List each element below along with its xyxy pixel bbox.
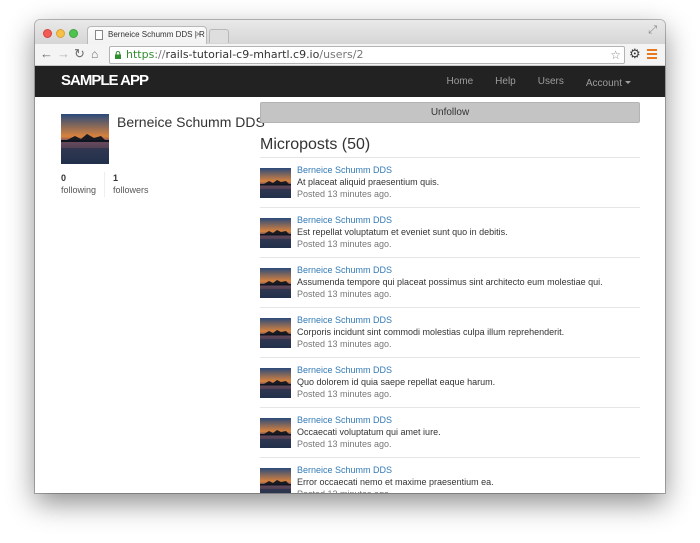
micropost-content: Quo dolorem id quia saepe repellat eaque… <box>297 377 496 387</box>
reload-icon[interactable]: ↻ <box>74 47 85 61</box>
tab-title: Berneice Schumm DDS | R <box>108 30 205 39</box>
micropost-content: Corporis incidunt sint commodi molestias… <box>297 327 565 337</box>
followers-count: 1 <box>113 173 119 183</box>
following-stat[interactable]: 0 following <box>61 172 104 197</box>
micropost-content: Est repellat voluptatum et eveniet sunt … <box>297 227 508 237</box>
following-count: 0 <box>61 173 67 183</box>
nav-help[interactable]: Help <box>495 76 516 87</box>
micropost-timestamp: Posted 13 minutes ago. <box>297 489 392 493</box>
forward-icon[interactable]: → <box>57 47 70 61</box>
unfollow-button[interactable]: Unfollow <box>260 102 640 123</box>
zoom-window-button[interactable] <box>69 29 78 38</box>
followers-label: followers <box>113 185 149 195</box>
micropost-item: Berneice Schumm DDS Occaecati voluptatum … <box>260 408 640 458</box>
micropost-user-link[interactable]: Berneice Schumm DDS <box>297 465 392 475</box>
home-icon[interactable]: ⌂ <box>91 47 98 61</box>
micropost-user-link[interactable]: Berneice Schumm DDS <box>297 265 392 275</box>
url-separator: :// <box>154 48 166 61</box>
micropost-timestamp: Posted 13 minutes ago. <box>297 439 392 449</box>
micropost-user-link[interactable]: Berneice Schumm DDS <box>297 415 392 425</box>
micropost-content: Occaecati voluptatum qui amet iure. <box>297 427 441 437</box>
chevron-down-icon <box>625 80 631 84</box>
avatar <box>61 114 109 164</box>
url-scheme: https <box>126 48 155 61</box>
back-icon[interactable]: ← <box>40 47 53 61</box>
avatar <box>260 168 291 198</box>
micropost-content: Error occaecati nemo et maxime praesenti… <box>297 477 494 487</box>
url-host: rails-tutorial-c9-mhartl.c9.io <box>165 48 320 61</box>
following-label: following <box>61 185 97 195</box>
browser-toolbar: ← → ↻ ⌂ https://rails-tutorial-c9-mhartl… <box>35 44 665 66</box>
tab-close-icon[interactable]: × <box>196 29 201 39</box>
profile-name: Berneice Schumm DDS <box>117 114 265 130</box>
nav-links: Home Help Users Account <box>424 66 631 97</box>
micropost-content: Assumenda tempore qui placeat possimus s… <box>297 277 603 287</box>
nav-users[interactable]: Users <box>538 76 564 87</box>
micropost-content: At placeat aliquid praesentium quis. <box>297 177 440 187</box>
page-icon <box>95 30 103 40</box>
brand-logo[interactable]: sample app <box>61 72 149 89</box>
micropost-item: Berneice Schumm DDS Est repellat voluptat… <box>260 208 640 258</box>
avatar <box>260 468 291 493</box>
avatar <box>260 318 291 348</box>
micropost-user-link[interactable]: Berneice Schumm DDS <box>297 365 392 375</box>
micropost-user-link[interactable]: Berneice Schumm DDS <box>297 315 392 325</box>
address-bar[interactable]: https://rails-tutorial-c9-mhartl.c9.io/u… <box>109 46 625 64</box>
close-window-button[interactable] <box>43 29 52 38</box>
nav-account[interactable]: Account <box>564 75 631 89</box>
avatar <box>260 268 291 298</box>
nav-home[interactable]: Home <box>446 76 473 87</box>
avatar <box>260 418 291 448</box>
micropost-item: Berneice Schumm DDS Error occaecati nemo … <box>260 458 640 493</box>
lock-icon <box>115 51 121 59</box>
follow-stats: 0 following 1 followers <box>61 172 157 197</box>
expand-icon[interactable]: ⤢ <box>648 24 657 37</box>
tab-strip: Berneice Schumm DDS | R × ⤢ <box>35 20 665 44</box>
micropost-timestamp: Posted 13 minutes ago. <box>297 189 392 199</box>
micropost-item: Berneice Schumm DDS Corporis incidunt sin… <box>260 308 640 358</box>
page-content: Berneice Schumm DDS 0 following 1 follow… <box>35 97 665 493</box>
app-navbar: sample app Home Help Users Account <box>35 66 665 97</box>
micropost-item: Berneice Schumm DDS Quo dolorem id quia s… <box>260 358 640 408</box>
microposts-list: Berneice Schumm DDS At placeat aliquid pr… <box>260 157 640 493</box>
browser-window: Berneice Schumm DDS | R × ⤢ ← → ↻ ⌂ http… <box>35 20 665 493</box>
minimize-window-button[interactable] <box>56 29 65 38</box>
avatar <box>260 368 291 398</box>
browser-tab[interactable]: Berneice Schumm DDS | R × <box>87 26 207 44</box>
micropost-timestamp: Posted 13 minutes ago. <box>297 289 392 299</box>
menu-icon[interactable] <box>647 49 657 59</box>
star-icon[interactable]: ☆ <box>610 47 621 63</box>
micropost-timestamp: Posted 13 minutes ago. <box>297 339 392 349</box>
new-tab-button[interactable] <box>209 29 229 43</box>
micropost-user-link[interactable]: Berneice Schumm DDS <box>297 165 392 175</box>
url-path: /users/2 <box>319 48 364 61</box>
gear-icon[interactable]: ⚙ <box>629 47 641 61</box>
avatar <box>260 218 291 248</box>
followers-stat[interactable]: 1 followers <box>104 172 157 197</box>
micropost-user-link[interactable]: Berneice Schumm DDS <box>297 215 392 225</box>
micropost-item: Berneice Schumm DDS At placeat aliquid pr… <box>260 158 640 208</box>
micropost-item: Berneice Schumm DDS Assumenda tempore qui… <box>260 258 640 308</box>
nav-account-label: Account <box>585 77 622 89</box>
micropost-timestamp: Posted 13 minutes ago. <box>297 389 392 399</box>
micropost-timestamp: Posted 13 minutes ago. <box>297 239 392 249</box>
microposts-title: Microposts (50) <box>260 136 371 153</box>
